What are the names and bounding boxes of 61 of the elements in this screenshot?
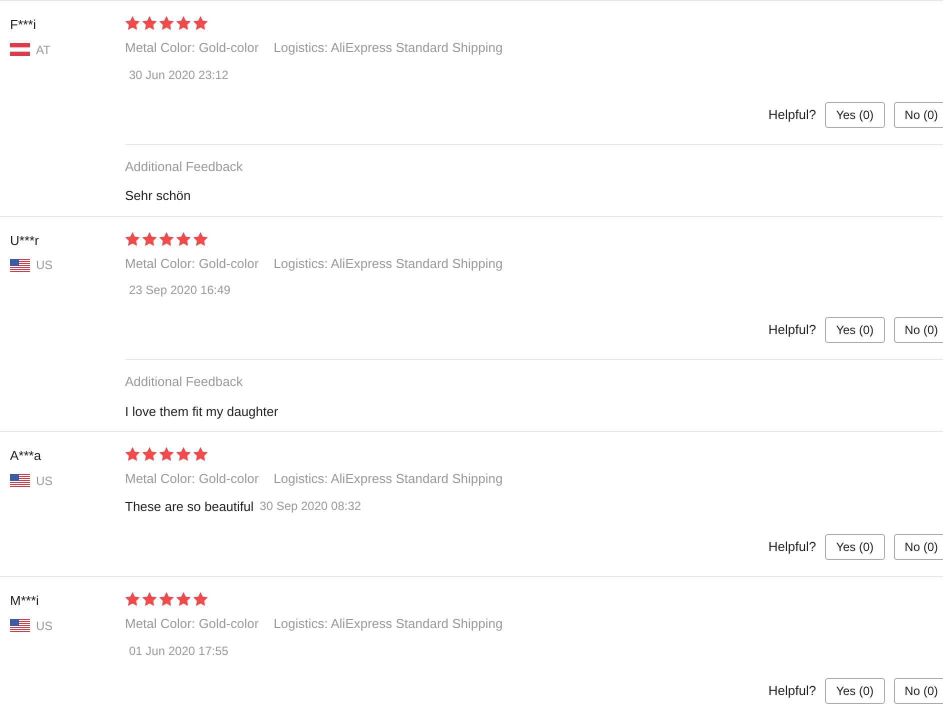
attribute-text: Logistics: AliExpress Standard Shipping xyxy=(274,254,503,273)
attribute-text: Logistics: AliExpress Standard Shipping xyxy=(274,470,503,488)
yes-button[interactable]: Yes (0) xyxy=(825,317,885,343)
star-icon xyxy=(176,16,191,30)
flag-icon xyxy=(10,474,30,487)
yes-button[interactable]: Yes (0) xyxy=(825,102,885,128)
attribute-text: Metal Color: Gold-color xyxy=(125,615,259,633)
review-date: 23 Sep 2020 16:49 xyxy=(129,282,230,299)
country-code: US xyxy=(36,618,53,634)
star-icon xyxy=(193,232,208,246)
attribute-text: Metal Color: Gold-color xyxy=(125,39,259,57)
star-icon xyxy=(125,16,140,30)
attribute-text: Metal Color: Gold-color xyxy=(125,470,259,488)
no-button[interactable]: No (0) xyxy=(894,534,943,560)
country-code: AT xyxy=(36,42,50,58)
attribute-text: Logistics: AliExpress Standard Shipping xyxy=(274,615,503,633)
helpful-label: Helpful? xyxy=(768,538,816,556)
no-button[interactable]: No (0) xyxy=(894,102,943,128)
review-text: These are so beautiful xyxy=(125,498,254,516)
star-icon xyxy=(159,16,174,30)
star-icon xyxy=(142,16,157,30)
flag-icon xyxy=(10,258,30,272)
star-icon xyxy=(142,232,157,246)
no-button[interactable]: No (0) xyxy=(894,678,943,704)
flag-icon xyxy=(10,619,30,632)
star-icon xyxy=(176,447,191,461)
feedback-label: Additional Feedback xyxy=(125,373,244,391)
flag-icon xyxy=(10,43,30,56)
country-code: US xyxy=(36,257,53,274)
star-icon xyxy=(193,592,208,606)
yes-button[interactable]: Yes (0) xyxy=(825,534,885,560)
star-icon xyxy=(142,447,157,461)
attribute-text: Metal Color: Gold-color xyxy=(125,254,259,272)
star-icon xyxy=(125,232,140,246)
star-icon xyxy=(125,592,140,606)
star-icon xyxy=(142,592,157,606)
star-icon xyxy=(193,16,208,30)
helpful-label: Helpful? xyxy=(768,321,816,340)
star-icon xyxy=(159,592,174,606)
feedback-label: Additional Feedback xyxy=(125,158,244,176)
reviewer-name: M***i xyxy=(10,592,40,610)
reviewer-name: F***i xyxy=(10,16,38,34)
country-code: US xyxy=(36,472,53,490)
yes-button[interactable]: Yes (0) xyxy=(825,678,885,704)
helpful-label: Helpful? xyxy=(768,682,816,700)
no-button[interactable]: No (0) xyxy=(894,317,943,343)
star-icon xyxy=(159,447,174,461)
review-date: 30 Sep 2020 08:32 xyxy=(260,498,362,516)
star-icon xyxy=(159,232,174,246)
review-date: 30 Jun 2020 23:12 xyxy=(129,66,228,84)
star-icon xyxy=(176,232,191,246)
feedback-text: I love them fit my daughter xyxy=(125,402,280,421)
star-icon xyxy=(176,592,191,606)
reviewer-name: U***r xyxy=(10,232,40,250)
feedback-text: Sehr schön xyxy=(125,187,192,205)
star-icon xyxy=(125,447,140,461)
star-icon xyxy=(193,447,208,461)
attribute-text: Logistics: AliExpress Standard Shipping xyxy=(274,39,503,57)
review-date: 01 Jun 2020 17:55 xyxy=(129,642,228,660)
helpful-label: Helpful? xyxy=(768,106,816,124)
reviewer-name: A***a xyxy=(10,447,42,465)
